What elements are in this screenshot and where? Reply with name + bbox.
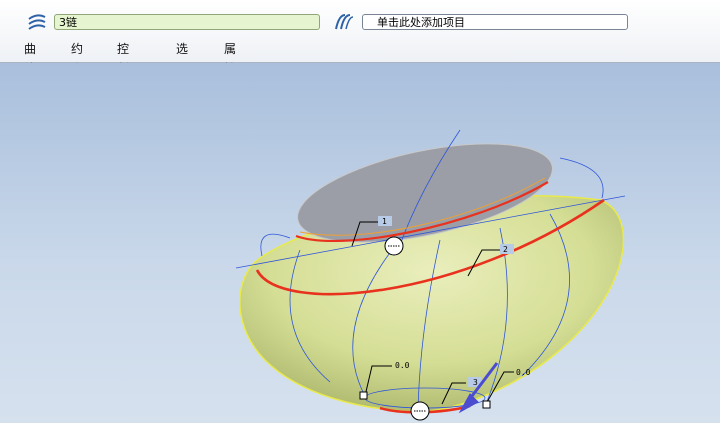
- tag-label: 2: [503, 245, 508, 254]
- model-drawing[interactable]: 1 2 3 0.0 0.0: [0, 63, 720, 423]
- dashboard: 3链 单击此处添加项目 曲线 约束 控制点 选项 属性: [0, 0, 720, 96]
- tag-label: 3: [473, 378, 478, 387]
- curve-collector-icon[interactable]: [26, 11, 48, 33]
- tag-label: 1: [382, 217, 387, 226]
- add-item-field[interactable]: 单击此处添加项目: [362, 14, 628, 30]
- tag-label: 0.0: [395, 361, 410, 370]
- endpoint-handle[interactable]: [482, 400, 491, 409]
- drag-handle[interactable]: [410, 401, 430, 421]
- endpoint-handle[interactable]: [359, 391, 368, 400]
- drag-handle[interactable]: [384, 236, 404, 256]
- tag-label: 0.0: [516, 368, 531, 377]
- graphics-viewport[interactable]: 1 2 3 0.0 0.0: [0, 63, 720, 423]
- boundary-curves-icon[interactable]: [333, 11, 355, 33]
- chain-collector-field[interactable]: 3链: [54, 14, 320, 30]
